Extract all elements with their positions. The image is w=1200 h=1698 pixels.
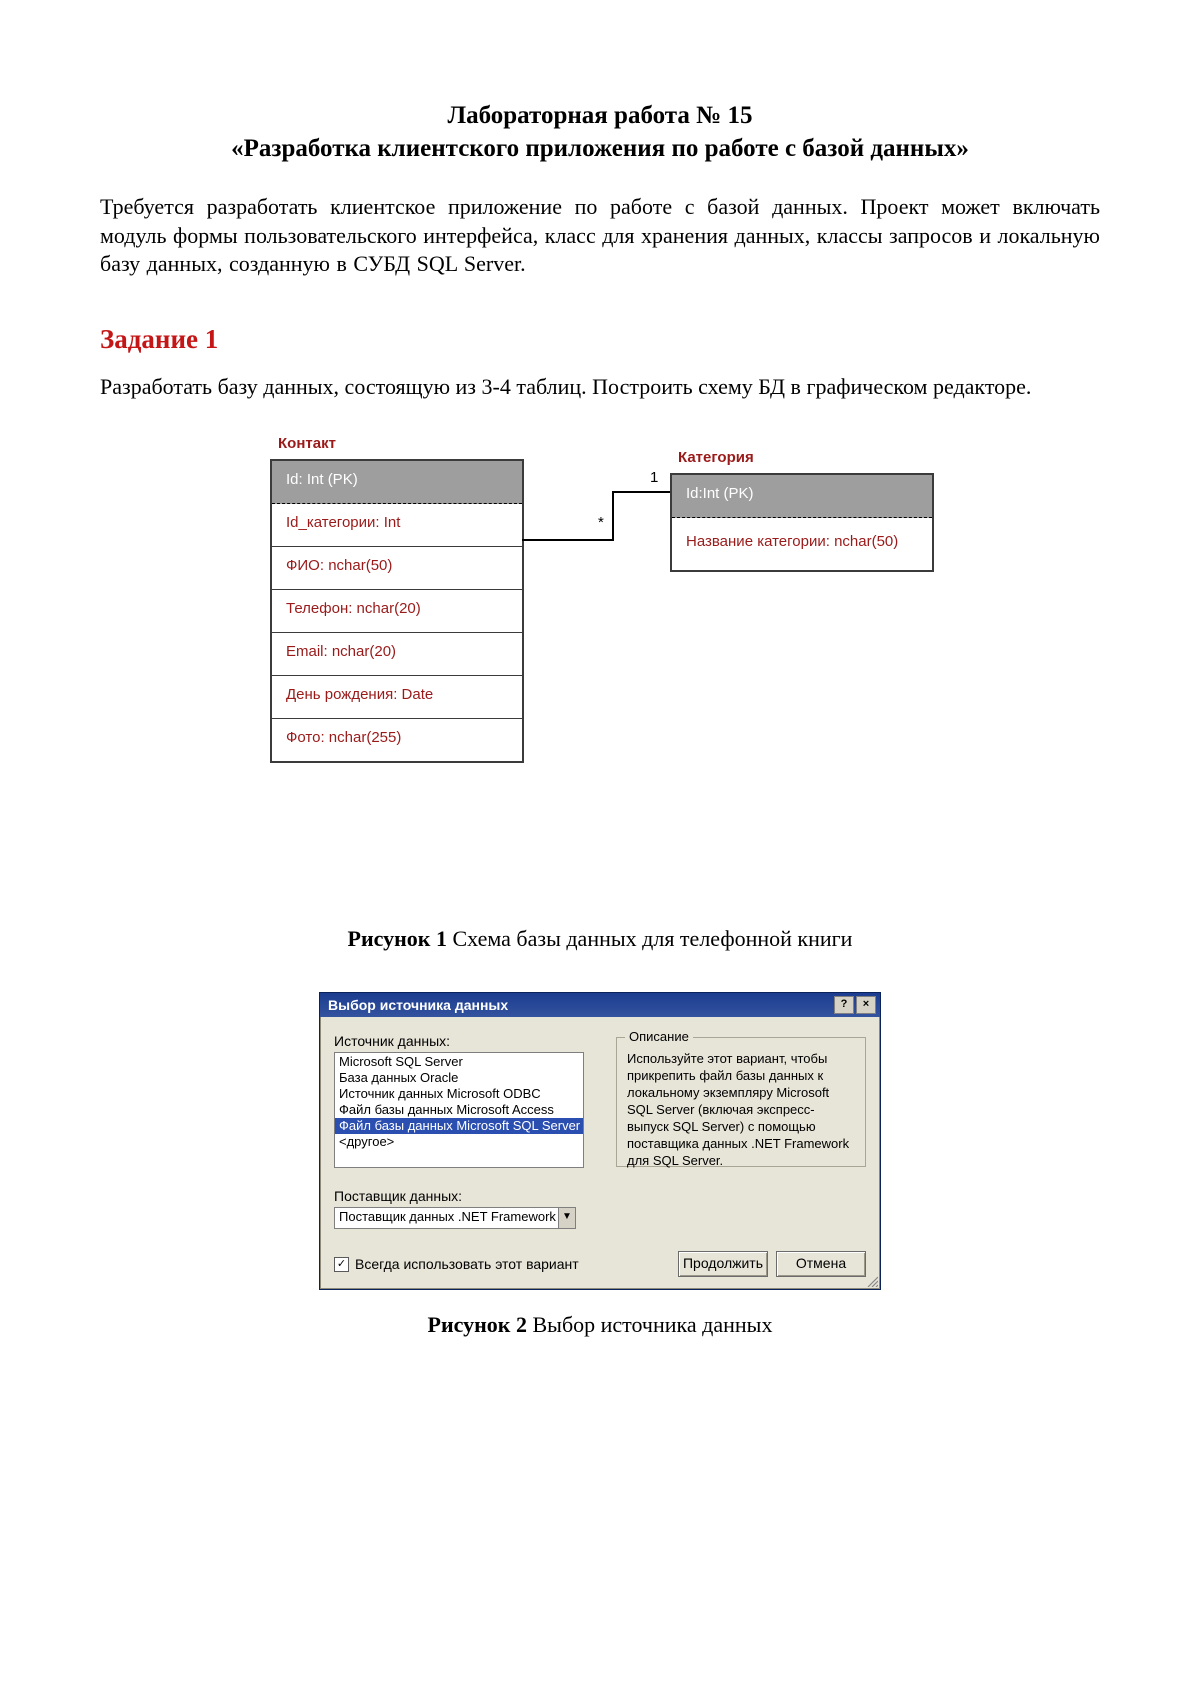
figure1-caption-rest: Схема базы данных для телефонной книги xyxy=(447,926,852,951)
resize-grip-icon[interactable] xyxy=(864,1273,878,1287)
close-button[interactable]: × xyxy=(856,996,876,1014)
relation-one-label: 1 xyxy=(650,469,658,486)
cancel-button[interactable]: Отмена xyxy=(776,1251,866,1277)
description-fieldset: Описание Используйте этот вариант, чтобы… xyxy=(616,1037,866,1167)
data-source-label: Источник данных: xyxy=(334,1033,584,1049)
figure2-caption-rest: Выбор источника данных xyxy=(527,1312,772,1337)
figure2-caption: Рисунок 2 Выбор источника данных xyxy=(100,1312,1100,1338)
table-category-field: Название категории: nchar(50) xyxy=(672,518,932,570)
doc-title-line2: «Разработка клиентского приложения по ра… xyxy=(100,133,1100,166)
intro-paragraph: Требуется разработать клиентское приложе… xyxy=(100,193,1100,279)
table-category-title: Категория xyxy=(678,449,754,466)
table-contact-field: Телефон: nchar(20) xyxy=(272,590,522,633)
data-source-option[interactable]: Microsoft SQL Server xyxy=(335,1054,583,1070)
data-source-listbox[interactable]: Microsoft SQL Server База данных Oracle … xyxy=(334,1052,584,1168)
help-button[interactable]: ? xyxy=(834,996,854,1014)
table-contact-field: Id_категории: Int xyxy=(272,504,522,547)
db-schema-diagram: Контакт Id: Int (PK) Id_категории: Int Ф… xyxy=(270,429,930,904)
doc-title: Лабораторная работа № 15 «Разработка кли… xyxy=(100,100,1100,165)
figure2-caption-bold: Рисунок 2 xyxy=(428,1312,527,1337)
table-contact-field: ФИО: nchar(50) xyxy=(272,547,522,590)
dialog-footer: ✓ Всегда использовать этот вариант Продо… xyxy=(320,1235,880,1289)
doc-title-line1: Лабораторная работа № 15 xyxy=(100,100,1100,133)
description-legend: Описание xyxy=(625,1029,693,1044)
figure1-caption: Рисунок 1 Схема базы данных для телефонн… xyxy=(100,926,1100,952)
figure1-caption-bold: Рисунок 1 xyxy=(348,926,447,951)
table-contact-field: День рождения: Date xyxy=(272,676,522,719)
data-source-dialog: Выбор источника данных ? × Источник данн… xyxy=(319,992,881,1290)
task1-body: Разработать базу данных, состоящую из 3-… xyxy=(100,373,1100,402)
table-contact: Контакт Id: Int (PK) Id_категории: Int Ф… xyxy=(270,459,524,763)
always-use-checkbox[interactable]: ✓ xyxy=(334,1257,349,1272)
provider-combobox[interactable]: Поставщик данных .NET Framework д ▼ xyxy=(334,1207,576,1229)
data-source-option-selected[interactable]: Файл базы данных Microsoft SQL Server xyxy=(335,1118,583,1134)
dialog-title: Выбор источника данных xyxy=(328,997,508,1013)
continue-button[interactable]: Продолжить xyxy=(678,1251,768,1277)
table-contact-field: Email: nchar(20) xyxy=(272,633,522,676)
table-category: Категория Id:Int (PK) Название категории… xyxy=(670,473,934,572)
always-use-label: Всегда использовать этот вариант xyxy=(355,1256,579,1272)
provider-combobox-value: Поставщик данных .NET Framework д xyxy=(335,1208,558,1228)
provider-label: Поставщик данных: xyxy=(334,1188,584,1204)
relation-line xyxy=(522,539,612,541)
relation-line xyxy=(612,491,614,541)
chevron-down-icon[interactable]: ▼ xyxy=(558,1208,575,1228)
task1-heading: Задание 1 xyxy=(100,324,1100,355)
table-contact-field: Id: Int (PK) xyxy=(272,461,522,504)
table-category-field: Id:Int (PK) xyxy=(672,475,932,518)
data-source-option[interactable]: Файл базы данных Microsoft Access xyxy=(335,1102,583,1118)
data-source-option[interactable]: <другое> xyxy=(335,1134,583,1150)
relation-many-label: * xyxy=(598,514,604,531)
data-source-option[interactable]: База данных Oracle xyxy=(335,1070,583,1086)
dialog-titlebar: Выбор источника данных ? × xyxy=(320,993,880,1017)
data-source-option[interactable]: Источник данных Microsoft ODBC xyxy=(335,1086,583,1102)
dialog-body: Источник данных: Microsoft SQL Server Ба… xyxy=(320,1017,880,1235)
table-contact-field: Фото: nchar(255) xyxy=(272,719,522,761)
table-contact-title: Контакт xyxy=(278,435,336,452)
relation-line xyxy=(612,491,670,493)
description-text: Используйте этот вариант, чтобы прикрепи… xyxy=(627,1050,855,1169)
